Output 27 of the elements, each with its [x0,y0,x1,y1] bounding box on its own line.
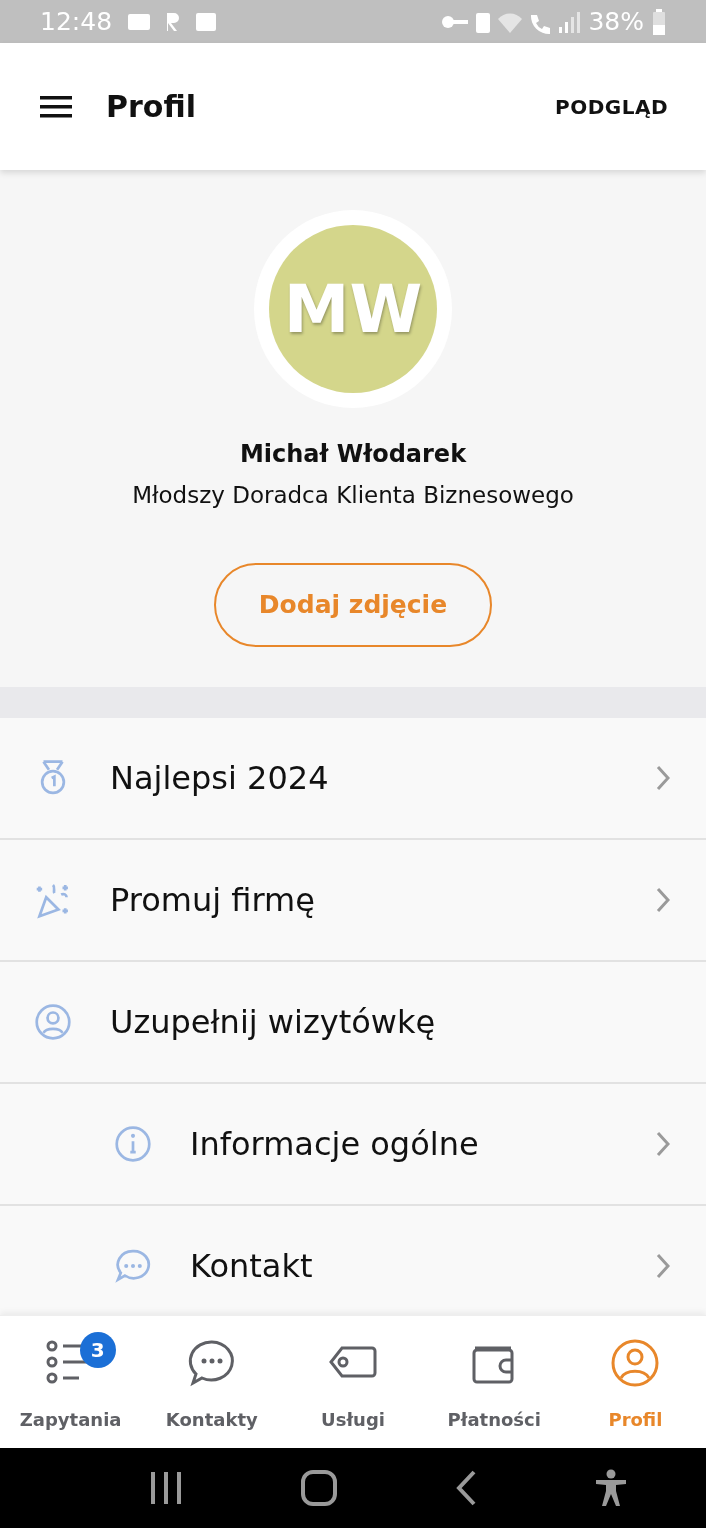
preview-button[interactable]: PODGLĄD [551,87,672,126]
info-icon [114,1125,152,1163]
nav-tab[interactable]: Płatności [423,1316,565,1448]
chevron-right-icon [656,887,670,913]
recent-apps-button[interactable] [149,1472,183,1504]
battery-percent: 38% [588,5,644,38]
user-circle-icon [610,1338,661,1388]
nav-tab[interactable]: 3 Zapytania [0,1316,142,1448]
home-button[interactable] [301,1470,337,1506]
page-title: Profil [106,88,197,126]
avatar-initials: MW [269,225,437,393]
notification-badge: 3 [79,1332,116,1368]
battery-icon [652,8,666,35]
back-button[interactable] [455,1470,477,1506]
chat-bubble-icon [114,1247,152,1285]
nav-tab[interactable]: Usługi [282,1316,424,1448]
chat-bubble-icon [186,1338,237,1388]
accessibility-button[interactable] [595,1469,627,1507]
profile-role: Młodszy Doradca Klienta Biznesowego [132,481,574,510]
user-circle-icon [34,1003,72,1041]
chevron-right-icon [656,765,670,791]
profile-name: Michał Włodarek [239,439,467,470]
chevron-right-icon [656,1131,670,1157]
chevron-right-icon [656,1253,670,1279]
status-time: 12:48 [40,5,113,38]
nav-tab[interactable]: Kontakty [141,1316,283,1448]
menu-button[interactable] [40,94,72,119]
